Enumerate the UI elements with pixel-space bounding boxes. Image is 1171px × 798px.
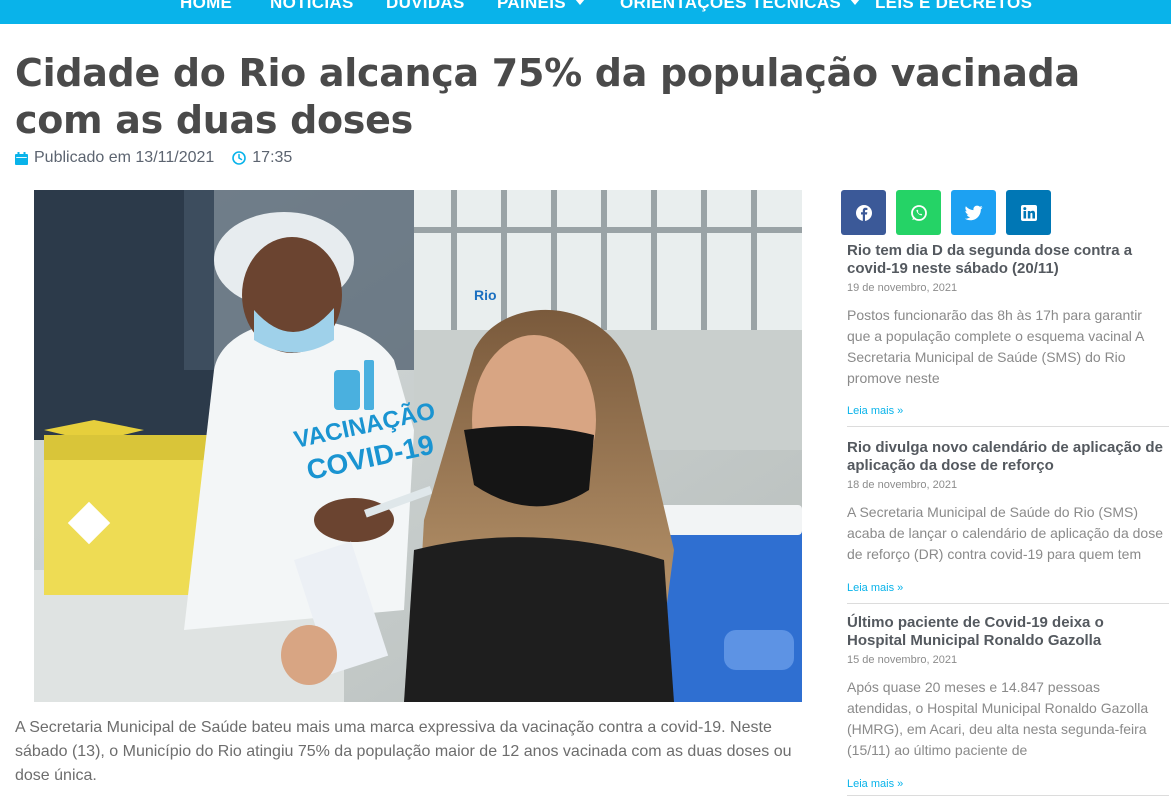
post-meta: Publicado em 13/11/2021 17:35 [15, 149, 292, 167]
nav-item-leis-decretos[interactable]: LEIS E DECRETOS [875, 0, 1032, 13]
sidebar-post: Rio tem dia D da segunda dose contra a c… [847, 242, 1169, 427]
chevron-down-icon [850, 0, 861, 5]
post-title-link[interactable]: Último paciente de Covid-19 deixa o Hosp… [847, 614, 1167, 650]
linkedin-icon [1020, 204, 1037, 221]
whatsapp-icon [910, 204, 927, 221]
post-excerpt: A Secretaria Municipal de Saúde do Rio (… [847, 504, 1164, 562]
sidebar-post: Último paciente de Covid-19 deixa o Hosp… [847, 614, 1169, 796]
post-date: 18 de novembro, 2021 [847, 479, 958, 491]
article-body: A Secretaria Municipal de Saúde bateu ma… [15, 719, 792, 784]
post-excerpt: Postos funcionarão das 8h às 17h para ga… [847, 307, 1144, 386]
share-buttons [841, 190, 1061, 235]
calendar-icon [15, 151, 28, 165]
read-more-link[interactable]: Leia mais » [847, 405, 903, 417]
share-twitter-button[interactable] [951, 190, 996, 235]
post-divider [847, 795, 1169, 796]
facebook-icon [855, 204, 872, 221]
nav-item-home[interactable]: HOME [180, 0, 232, 13]
nav-item-orientacoes-tecnicas[interactable]: ORIENTAÇÕES TÉCNICAS [620, 0, 861, 13]
share-facebook-button[interactable] [841, 190, 886, 235]
post-divider [847, 603, 1169, 604]
share-linkedin-button[interactable] [1006, 190, 1051, 235]
main-nav: HOME NOTÍCIAS DÚVIDAS PAINÉIS ORIENTAÇÕE… [0, 0, 1171, 24]
article-photo: VACINAÇÃO COVID-19 Rio [34, 190, 802, 702]
post-title-link[interactable]: Rio divulga novo calendário de aplicação… [847, 439, 1167, 475]
post-excerpt: Após quase 20 meses e 14.847 pessoas ate… [847, 679, 1149, 758]
page-title: Cidade do Rio alcança 75% da população v… [15, 51, 1080, 142]
nav-item-noticias[interactable]: NOTÍCIAS [270, 0, 354, 13]
post-title-link[interactable]: Rio tem dia D da segunda dose contra a c… [847, 242, 1167, 278]
twitter-icon [964, 205, 982, 220]
shirt-text-logo: Rio [474, 287, 497, 303]
published-time: 17:35 [252, 149, 293, 166]
nav-item-duvidas[interactable]: DÚVIDAS [386, 0, 465, 13]
share-whatsapp-button[interactable] [896, 190, 941, 235]
sidebar-post: Rio divulga novo calendário de aplicação… [847, 439, 1169, 604]
nav-item-paineis[interactable]: PAINÉIS [497, 0, 585, 13]
post-date: 19 de novembro, 2021 [847, 282, 958, 294]
post-date: 15 de novembro, 2021 [847, 654, 958, 666]
read-more-link[interactable]: Leia mais » [847, 778, 903, 790]
read-more-link[interactable]: Leia mais » [847, 582, 903, 594]
post-divider [847, 426, 1169, 427]
chevron-down-icon [574, 0, 585, 5]
published-date: Publicado em 13/11/2021 [34, 149, 215, 166]
clock-icon [232, 151, 247, 165]
